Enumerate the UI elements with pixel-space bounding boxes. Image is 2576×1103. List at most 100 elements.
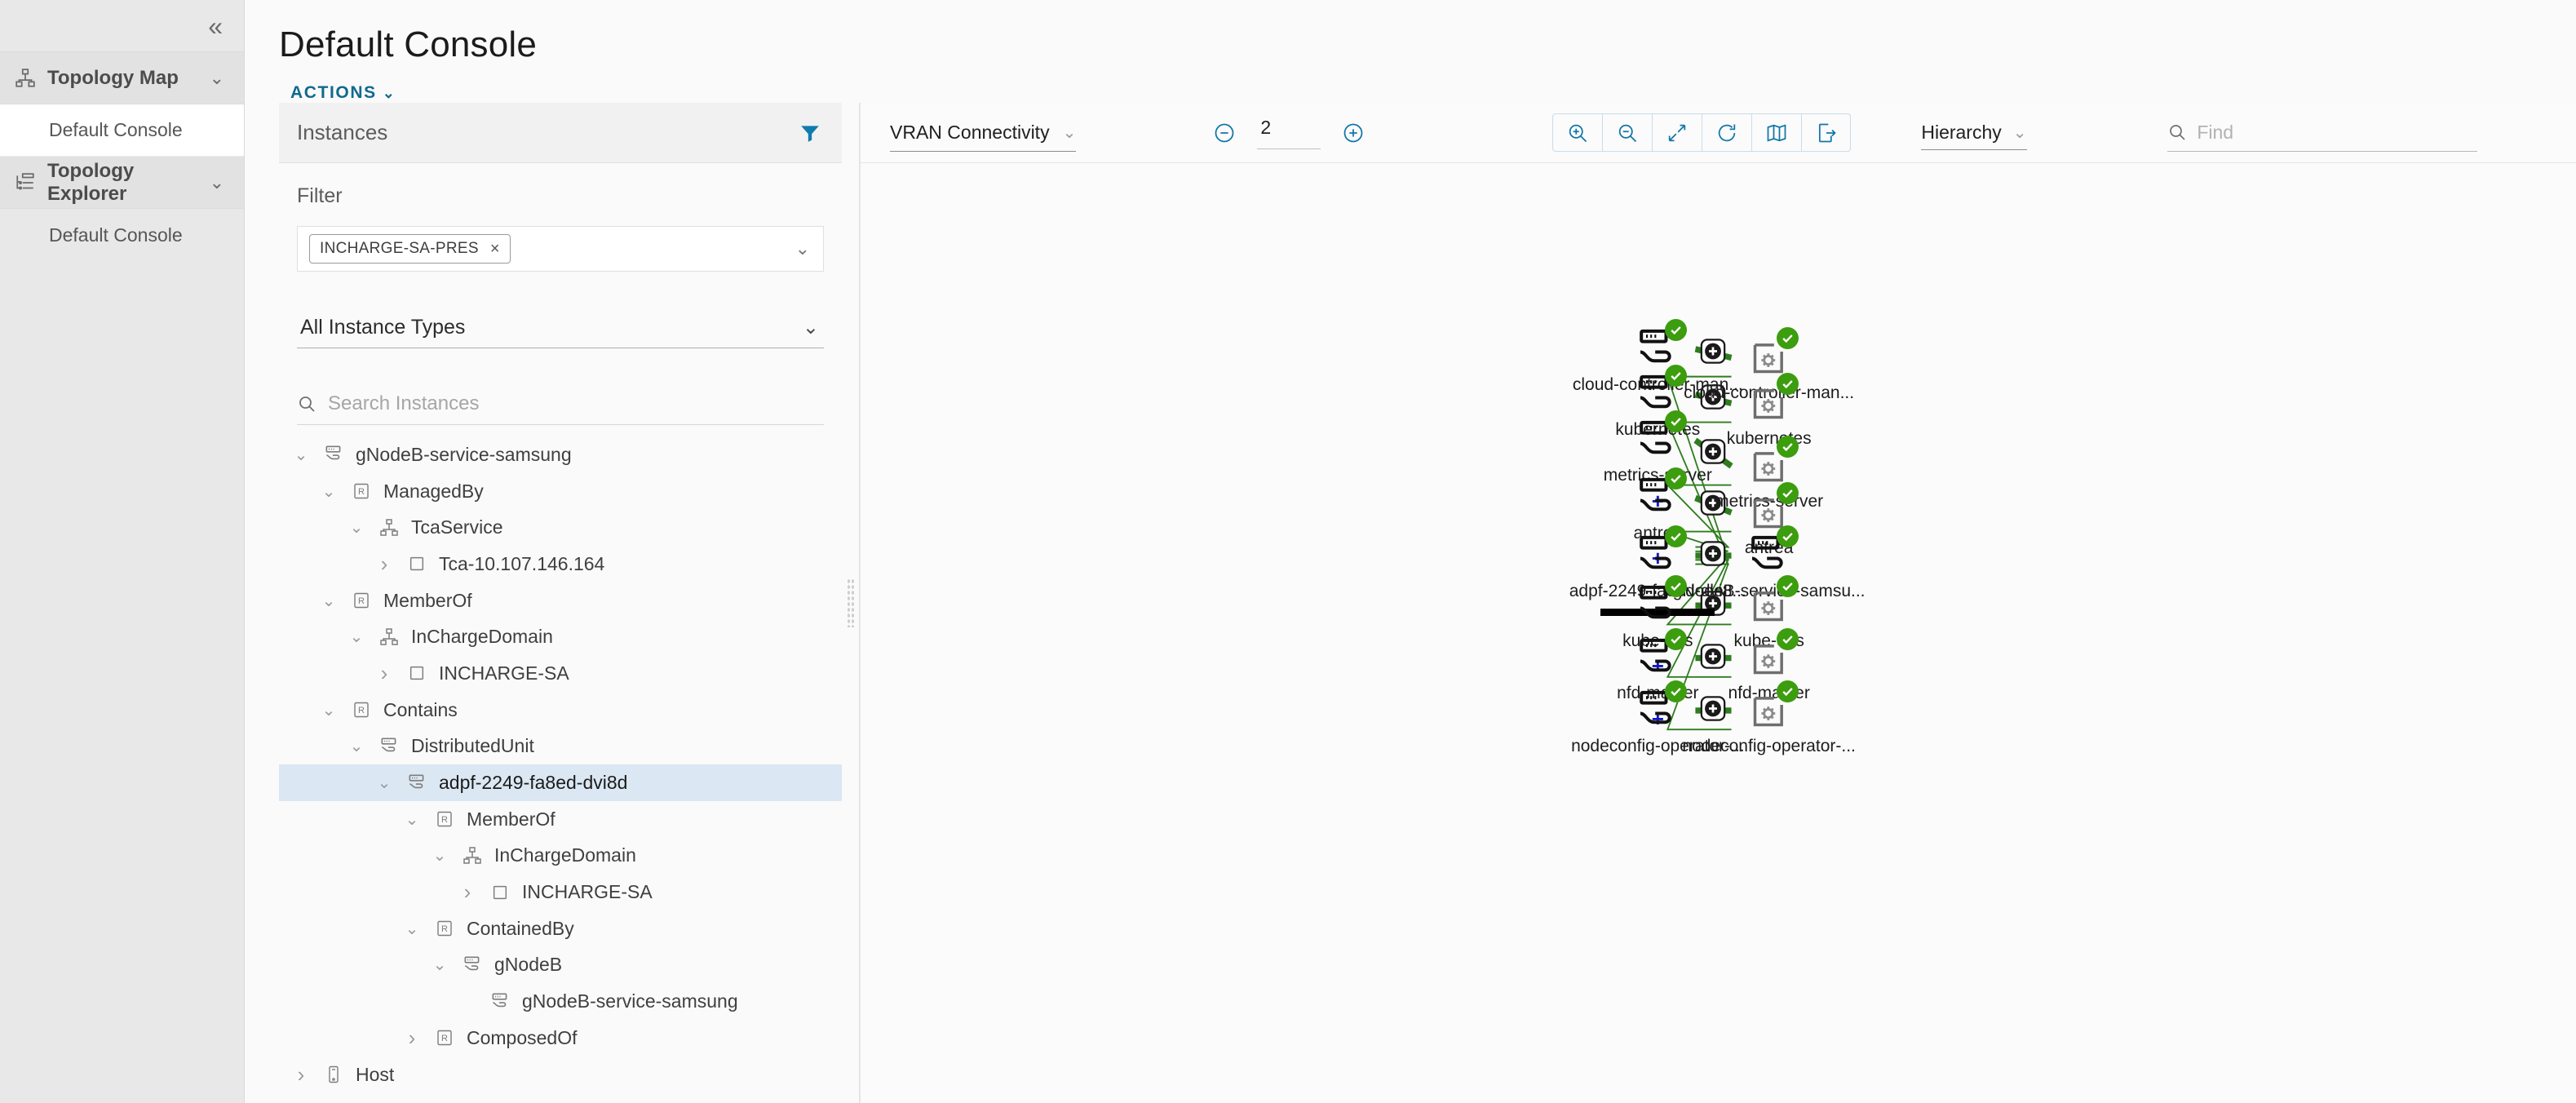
tree-row[interactable]: ⌄ TcaService [279,509,842,546]
topology-canvas[interactable]: cloud-controller-man... cloud-controller… [861,163,2576,1103]
topology-node[interactable] [1635,575,1688,628]
chevron-down-icon[interactable]: ⌄ [318,700,339,720]
chevron-down-icon[interactable]: ⌄ [346,736,367,756]
sitemap-icon [15,68,36,89]
zoom-in-icon[interactable] [1552,113,1603,152]
search-icon [297,394,316,414]
depth-value[interactable]: 2 [1257,117,1321,149]
tree-row-label: DistributedUnit [411,735,534,757]
chevron-right-icon[interactable]: › [457,879,478,905]
service-icon [321,444,346,465]
find-row[interactable] [2167,114,2478,152]
chevron-down-icon[interactable]: ⌄ [401,919,423,939]
topology-node[interactable] [1746,525,1799,578]
tree-row[interactable]: ⌄ InChargeDomain [279,838,842,875]
tree-row[interactable]: gNodeB-service-samsung [279,983,842,1020]
layout-select[interactable]: Hierarchy ⌄ [1921,116,2028,150]
topology-node[interactable] [1635,525,1688,578]
tree-row[interactable]: ⌄ adpf-2249-fa8ed-dvi8d [279,764,842,801]
instances-panel-title: Instances [297,120,388,144]
splitter-grip[interactable] [847,578,855,627]
chevron-down-icon[interactable]: ⌄ [795,238,810,259]
tree-row[interactable]: ⌄ R MemberOf [279,583,842,619]
tree-row[interactable]: ⌄ DistributedUnit [279,729,842,765]
topology-node[interactable] [1635,410,1688,463]
sidebar-group-topology-map[interactable]: Topology Map ⌄ [0,52,244,104]
chevron-down-icon[interactable]: ⌄ [290,445,312,465]
refresh-icon[interactable] [1702,113,1752,152]
view-select[interactable]: VRAN Connectivity ⌄ [890,114,1077,152]
chevron-right-icon[interactable]: › [290,1062,312,1087]
sidebar-group-topology-explorer[interactable]: Topology Explorer ⌄ [0,157,244,209]
topology-node[interactable] [1746,373,1799,426]
chevron-down-icon[interactable]: ⌄ [401,809,423,830]
instances-tree[interactable]: ⌄ gNodeB-service-samsung ⌄ R ManagedBy ⌄ Tc… [279,425,842,1103]
topology-node[interactable] [1635,467,1688,520]
edge-expand-icon[interactable] [1699,694,1727,726]
overview-map-icon[interactable] [1751,113,1802,152]
actions-menu-button[interactable]: ACTIONS ⌄ [290,83,396,103]
layout-select-value: Hierarchy [1921,121,2002,143]
chevron-down-icon[interactable]: ⌄ [429,845,450,866]
find-input[interactable] [2197,121,2478,144]
status-ok-icon [1665,680,1688,702]
topology-node[interactable] [1746,575,1799,628]
domain-filter-field[interactable]: INCHARGE-SA-PRES × ⌄ [297,226,824,272]
edge-expand-icon[interactable] [1699,540,1727,572]
tree-row[interactable]: ⌄ R ManagedBy [279,473,842,510]
tree-row[interactable]: › INCHARGE-SA [279,874,842,910]
fit-to-screen-icon[interactable] [1652,113,1702,152]
edge-expand-icon[interactable] [1699,338,1727,370]
tree-row[interactable]: › HostBusAdapter [279,1092,842,1103]
close-icon[interactable]: × [490,240,500,259]
tree-row[interactable]: ⌄ R ContainedBy [279,910,842,947]
tree-row[interactable]: › Host [279,1056,842,1093]
tree-row[interactable]: › INCHARGE-SA [279,655,842,692]
sidebar-item-topology-explorer-default-console[interactable]: Default Console [0,209,244,261]
topology-node[interactable] [1635,680,1688,733]
collapse-sidebar-icon[interactable]: « [208,13,223,39]
sidebar-group-label: Topology Map [47,66,179,89]
tree-row[interactable]: ⌄ gNodeB [279,947,842,984]
chevron-right-icon[interactable]: › [401,1025,423,1051]
chevron-down-icon[interactable]: ⌄ [429,955,450,975]
panel-splitter[interactable] [842,103,860,1103]
instance-type-select[interactable]: All Instance Types ⌄ [297,308,824,348]
tree-row[interactable]: ⌄ R Contains [279,692,842,729]
topology-node[interactable] [1635,627,1688,681]
svg-text:R: R [441,1034,448,1043]
tree-row[interactable]: › Tca-10.107.146.164 [279,546,842,583]
filter-chip[interactable]: INCHARGE-SA-PRES × [309,234,511,264]
search-icon [2167,122,2187,142]
tree-row[interactable]: ⌄ R MemberOf [279,801,842,838]
chevron-right-icon[interactable]: › [374,552,395,577]
status-ok-icon [1776,627,1799,650]
left-navigation: « Topology Map ⌄ Default Console Topolog… [0,0,245,1103]
edge-expand-icon[interactable] [1699,437,1727,469]
search-instances-input[interactable] [328,392,824,415]
chevron-down-icon[interactable]: ⌄ [346,517,367,538]
tree-row[interactable]: › R ComposedOf [279,1020,842,1056]
instances-panel-header: Instances [279,103,842,163]
status-ok-icon [1665,627,1688,650]
circle-minus-icon[interactable] [1213,122,1236,144]
chevron-down-icon[interactable]: ⌄ [210,68,224,89]
chevron-down-icon[interactable]: ⌄ [346,627,367,647]
chevron-right-icon[interactable]: › [374,661,395,686]
circle-plus-icon[interactable] [1342,122,1365,144]
search-instances-row[interactable] [297,383,824,425]
chevron-right-icon[interactable]: › [290,1098,312,1103]
chevron-down-icon[interactable]: ⌄ [210,172,224,193]
edge-expand-icon[interactable] [1699,642,1727,674]
chevron-down-icon[interactable]: ⌄ [318,591,339,611]
sidebar-item-topology-map-default-console[interactable]: Default Console [0,104,244,157]
export-icon[interactable] [1801,113,1852,152]
topology-node[interactable] [1746,627,1799,681]
topology-node[interactable] [1746,680,1799,733]
zoom-out-icon[interactable] [1602,113,1653,152]
chevron-down-icon[interactable]: ⌄ [374,773,395,793]
funnel-icon[interactable] [799,122,821,144]
chevron-down-icon[interactable]: ⌄ [318,481,339,502]
tree-row[interactable]: ⌄ InChargeDomain [279,618,842,655]
tree-row[interactable]: ⌄ gNodeB-service-samsung [279,436,842,473]
